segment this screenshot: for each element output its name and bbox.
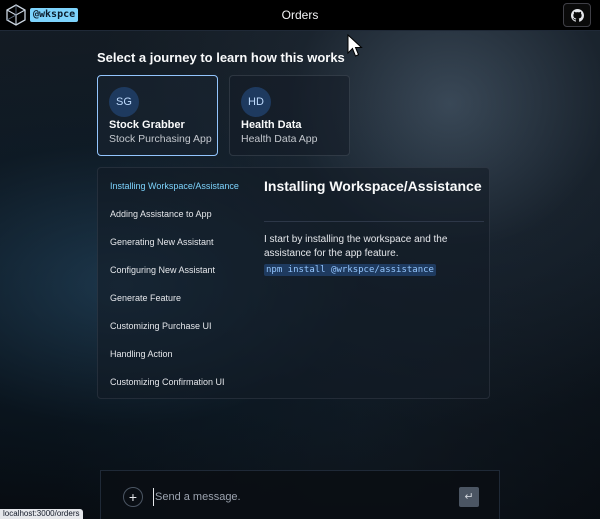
journey-card-health-data[interactable]: HD Health Data Health Data App [229, 75, 350, 156]
step-item-installing-workspace[interactable]: Installing Workspace/Assistance [110, 181, 239, 191]
journey-prompt: Select a journey to learn how this works [97, 50, 345, 65]
step-item-handling-action[interactable]: Handling Action [110, 349, 173, 359]
journey-name: Health Data [241, 119, 302, 131]
journey-name: Stock Grabber [109, 119, 185, 131]
step-detail-title: Installing Workspace/Assistance [264, 178, 482, 194]
top-bar: @wkspce Orders [0, 0, 600, 31]
step-item-generate-feature[interactable]: Generate Feature [110, 293, 181, 303]
step-item-generating-assistant[interactable]: Generating New Assistant [110, 237, 214, 247]
journey-card-stock-grabber[interactable]: SG Stock Grabber Stock Purchasing App [97, 75, 218, 156]
github-icon [570, 8, 584, 22]
mouse-cursor-icon [347, 34, 363, 57]
journey-avatar: SG [109, 87, 139, 117]
step-item-adding-assistance[interactable]: Adding Assistance to App [110, 209, 212, 219]
step-item-customizing-confirmation-ui[interactable]: Customizing Confirmation UI [110, 377, 225, 387]
journey-description: Health Data App [241, 133, 318, 145]
send-button[interactable]: ↵ [459, 487, 479, 507]
install-command-code: npm install @wrkspce/assistance [264, 264, 436, 276]
step-item-configuring-assistant[interactable]: Configuring New Assistant [110, 265, 215, 275]
add-attachment-button[interactable]: + [123, 487, 143, 507]
divider [264, 221, 484, 222]
github-button[interactable] [563, 3, 591, 27]
message-input[interactable] [153, 488, 453, 506]
page-title: Orders [281, 8, 319, 22]
chat-bar: + ↵ [100, 470, 500, 519]
step-item-customizing-purchase-ui[interactable]: Customizing Purchase UI [110, 321, 212, 331]
status-bar-url: localhost:3000/orders [0, 509, 83, 519]
journey-avatar: HD [241, 87, 271, 117]
journey-description: Stock Purchasing App [109, 133, 212, 145]
journey-steps-panel: Installing Workspace/Assistance Adding A… [97, 167, 490, 399]
step-detail-body: I start by installing the workspace and … [264, 234, 448, 259]
